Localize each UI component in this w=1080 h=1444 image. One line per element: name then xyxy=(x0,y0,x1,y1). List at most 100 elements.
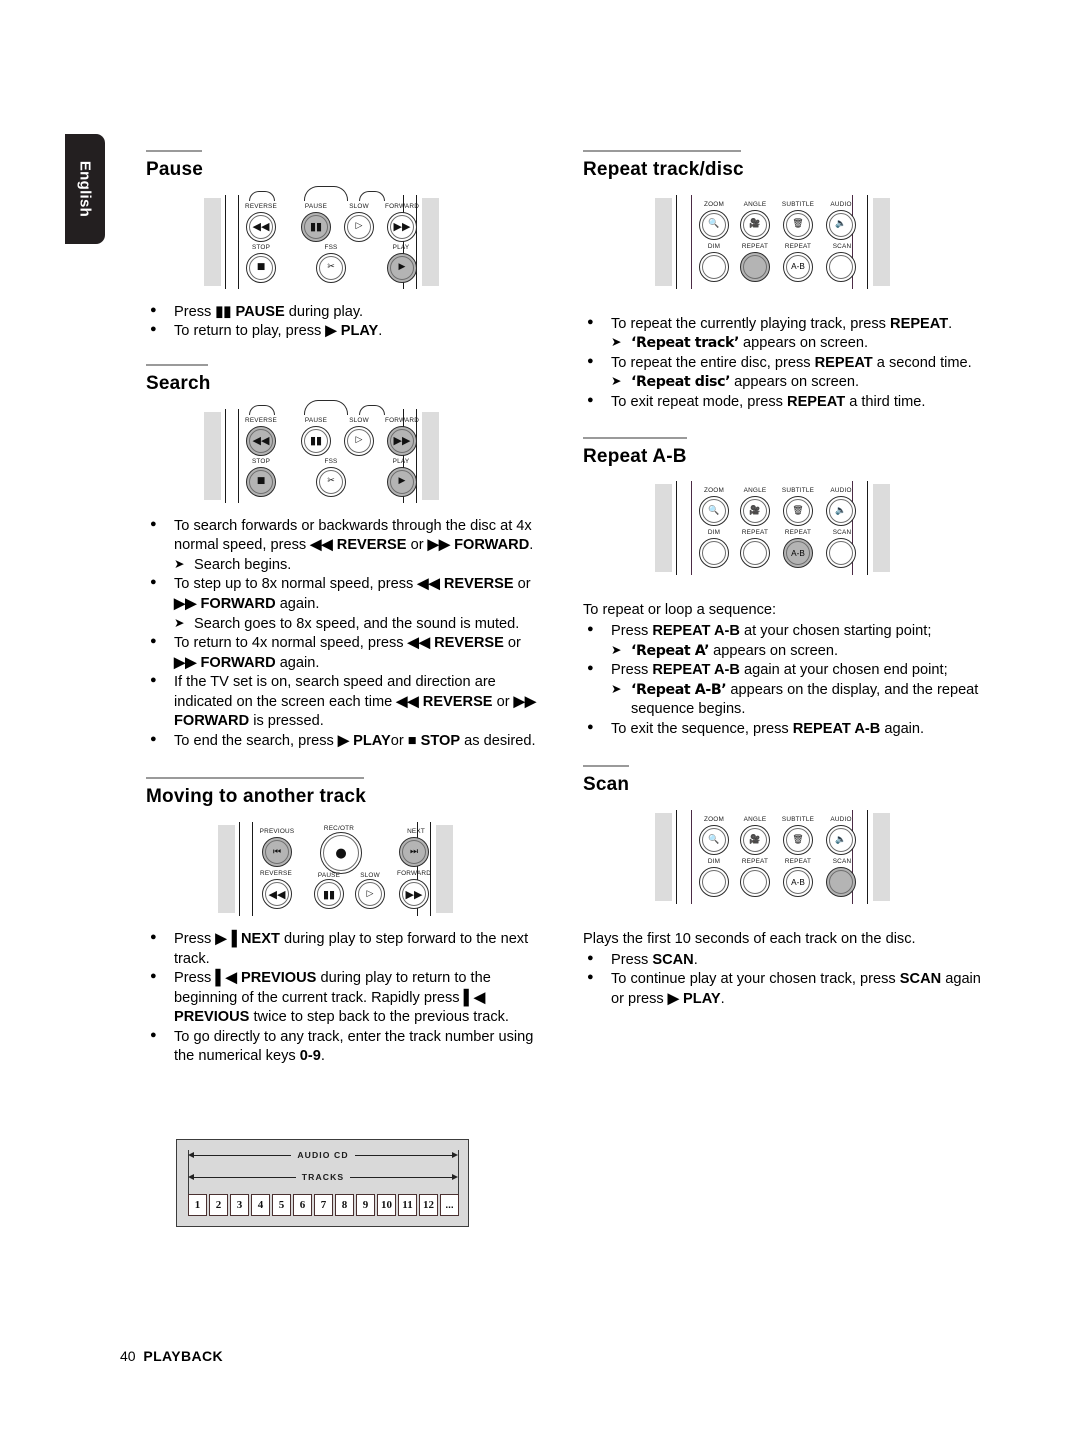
section-scan: Scan ZOOM ANGLE SUBTITLE AUDIO 🔍 🎥 🗑 🔈 D… xyxy=(583,765,983,1009)
osd-text: ‘Repeat track’ xyxy=(631,335,739,352)
remote-button-fss[interactable]: ✂ xyxy=(316,252,346,283)
remote-button-forward[interactable]: ▶▶ xyxy=(387,211,417,242)
remote-button-repeat-ab[interactable]: A-B xyxy=(783,867,813,898)
remote-button-forward[interactable]: ▶▶ xyxy=(399,879,429,910)
button-label-forward: FORWARD xyxy=(384,202,420,210)
arrow-right-icon xyxy=(452,1152,459,1158)
remote-button-stop[interactable]: ■ xyxy=(246,466,276,497)
remote-button-subtitle[interactable]: 🗑 xyxy=(783,496,813,527)
remote-button-scan[interactable] xyxy=(826,867,856,898)
remote-button-repeat[interactable] xyxy=(740,538,770,569)
button-label-repeat: REPEAT xyxy=(741,242,769,250)
button-label-angle: ANGLE xyxy=(743,487,767,495)
remote-button-next[interactable]: ⏭ xyxy=(399,837,429,868)
remote-figure-repeat-ab: ZOOM ANGLE SUBTITLE AUDIO 🔍 🎥 🗑 🔈 DIM RE… xyxy=(583,481,983,576)
button-label-reverse: REVERSE xyxy=(260,870,292,878)
footer-page-number: 40 xyxy=(120,1348,136,1364)
remote-button-reverse[interactable]: ◀◀ xyxy=(246,425,276,456)
remote-button-dim[interactable] xyxy=(699,538,729,569)
scan-intro: Plays the first 10 seconds of each track… xyxy=(583,931,916,948)
body-text: again. xyxy=(275,595,320,612)
button-label-slow: SLOW xyxy=(349,202,369,210)
emphasis-text: NEXT xyxy=(236,931,280,948)
remote-button-dim[interactable] xyxy=(699,867,729,898)
button-label-stop: STOP xyxy=(251,457,271,465)
button-label-next: NEXT xyxy=(407,828,425,836)
remote-button-zoom[interactable]: 🔍 xyxy=(699,825,729,856)
remote-button-play[interactable]: ▶ xyxy=(387,466,417,497)
remote-button-fss[interactable]: ✂ xyxy=(316,466,346,497)
tracks-span: TRACKS xyxy=(188,1171,458,1183)
remote-button-forward[interactable]: ▶▶ xyxy=(387,425,417,456)
body-text: To continue play at your chosen track, p… xyxy=(611,971,900,988)
remote-button-audio[interactable]: 🔈 xyxy=(826,209,856,240)
remote-button-play[interactable]: ▶ xyxy=(387,252,417,283)
track-box: 5 xyxy=(272,1194,291,1216)
body-text: is pressed. xyxy=(249,713,324,730)
list-item: Press REPEAT A-B at your chosen starting… xyxy=(583,621,983,661)
section-heading-search: Search xyxy=(146,372,211,394)
emphasis-text: REPEAT xyxy=(814,354,873,371)
remote-button-reverse[interactable]: ◀◀ xyxy=(246,211,276,242)
remote-button-audio[interactable]: 🔈 xyxy=(826,825,856,856)
remote-button-repeat-ab[interactable]: A-B xyxy=(783,538,813,569)
button-label-scan: SCAN xyxy=(832,858,852,866)
audio-cd-track-diagram: AUDIO CD TRACKS 1 2 3 4 5 6 7 8 9 10 11 12... xyxy=(176,1139,469,1227)
bullet-list: To repeat the currently playing track, p… xyxy=(583,314,983,413)
section-repeat-track-disc: Repeat track/disc ZOOM ANGLE SUBTITLE AU… xyxy=(583,150,983,413)
track-boxes: 1 2 3 4 5 6 7 8 9 10 11 12... xyxy=(188,1194,459,1216)
list-item: To exit the sequence, press REPEAT A-B a… xyxy=(583,719,983,740)
scan-instructions: Plays the first 10 seconds of each track… xyxy=(583,930,983,1009)
section-repeat-ab: Repeat A-B ZOOM ANGLE SUBTITLE AUDIO 🔍 🎥… xyxy=(583,436,983,740)
button-label-repeat-ab: REPEAT xyxy=(784,242,812,250)
remote-button-pause[interactable]: ▮▮ xyxy=(301,211,331,242)
button-label-pause: PAUSE xyxy=(304,416,328,424)
remote-button-slow[interactable]: ▷ xyxy=(355,879,385,910)
remote-button-stop[interactable]: ■ xyxy=(246,252,276,283)
body-text: Press xyxy=(611,662,653,679)
remote-button-reverse[interactable]: ◀◀ xyxy=(262,879,292,910)
remote-button-repeat[interactable] xyxy=(740,867,770,898)
body-text: . xyxy=(948,315,953,332)
button-label-scan: SCAN xyxy=(832,242,852,250)
language-tab: English xyxy=(65,134,105,244)
remote-button-angle[interactable]: 🎥 xyxy=(740,496,770,527)
section-search: Search REVERSE PAUSE SLOW FORWARD ◀◀ ▮▮ … xyxy=(146,363,546,752)
remote-button-slow[interactable]: ▷ xyxy=(344,211,374,242)
remote-button-zoom[interactable]: 🔍 xyxy=(699,496,729,527)
remote-button-angle[interactable]: 🎥 xyxy=(740,825,770,856)
emphasis-text: SCAN xyxy=(899,971,942,988)
remote-button-dim[interactable] xyxy=(699,251,729,282)
remote-button-rec-otr[interactable]: ● xyxy=(320,832,362,875)
section-moving-to-another-track: Moving to another track PREVIOUS REC/OTR… xyxy=(146,777,546,1067)
remote-button-angle[interactable]: 🎥 xyxy=(740,209,770,240)
button-label-rec-otr: REC/OTR xyxy=(323,825,355,833)
emphasis-text: ▶▶ FORWARD xyxy=(174,595,276,612)
body-text: again. xyxy=(880,720,925,737)
track-box: 4 xyxy=(251,1194,270,1216)
remote-button-subtitle[interactable]: 🗑 xyxy=(783,209,813,240)
remote-button-subtitle[interactable]: 🗑 xyxy=(783,825,813,856)
emphasis-text: ▮▮ xyxy=(215,303,232,320)
search-instructions: To search forwards or backwards through … xyxy=(146,516,546,752)
audio-cd-label: AUDIO CD xyxy=(297,1150,349,1160)
remote-button-previous[interactable]: ⏮ xyxy=(262,837,292,868)
button-label-play: PLAY xyxy=(392,457,410,465)
remote-button-pause[interactable]: ▮▮ xyxy=(301,425,331,456)
emphasis-text: ◀◀ REVERSE xyxy=(396,693,493,710)
emphasis-text: ▶ xyxy=(325,323,337,340)
language-tab-label: English xyxy=(76,160,94,218)
bracket-right xyxy=(458,1150,460,1194)
remote-button-repeat[interactable] xyxy=(740,251,770,282)
body-text: or xyxy=(406,537,428,554)
section-rule xyxy=(583,436,687,439)
list-item: To repeat the currently playing track, p… xyxy=(583,314,983,354)
remote-button-zoom[interactable]: 🔍 xyxy=(699,209,729,240)
repeat-ab-intro: To repeat or loop a sequence: xyxy=(583,602,777,619)
remote-button-scan[interactable] xyxy=(826,251,856,282)
button-label-zoom: ZOOM xyxy=(704,200,724,208)
remote-button-slow[interactable]: ▷ xyxy=(344,425,374,456)
remote-button-pause[interactable]: ▮▮ xyxy=(314,879,344,910)
remote-button-repeat-ab[interactable]: A-B xyxy=(783,251,813,282)
emphasis-text: ▶ PLAY xyxy=(337,732,391,749)
